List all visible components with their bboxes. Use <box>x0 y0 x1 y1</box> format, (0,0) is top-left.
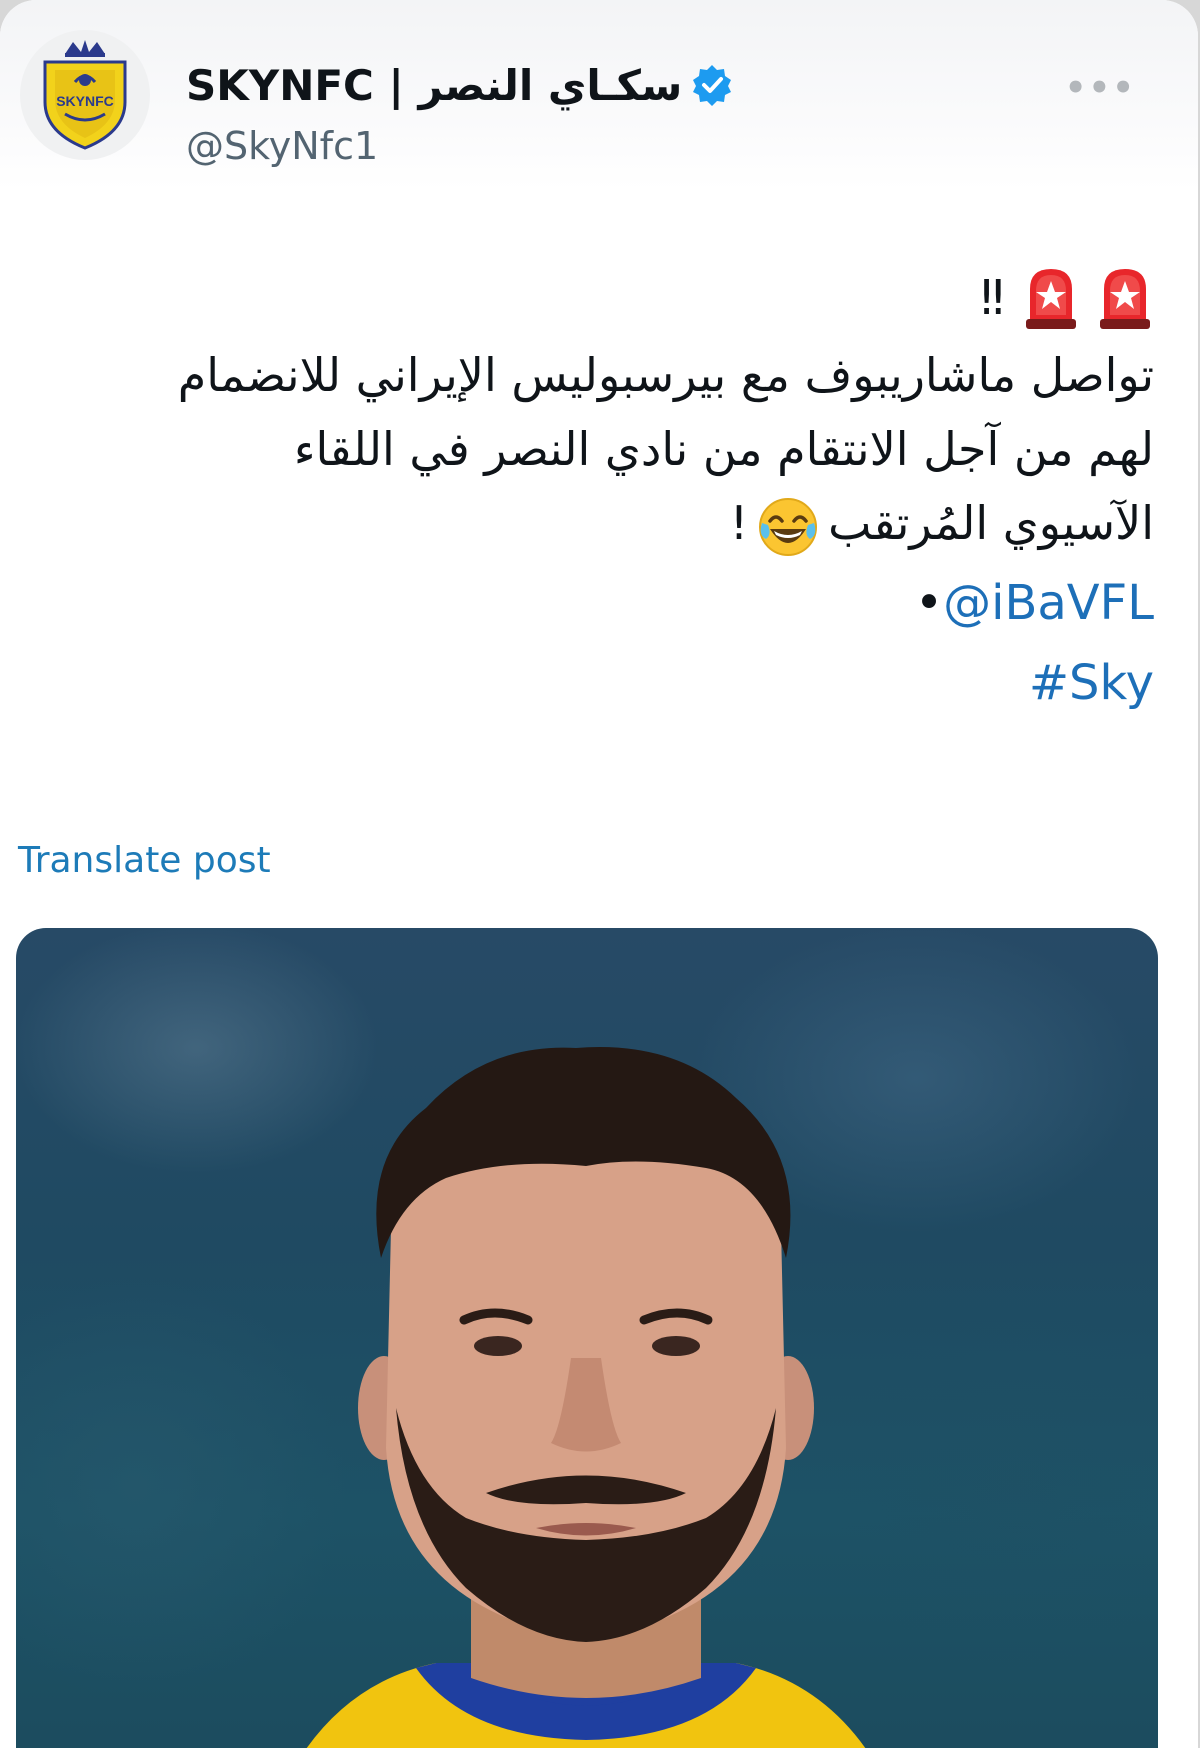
crest-text: SKYNFC <box>56 93 114 109</box>
mention-bullet: • <box>914 575 944 631</box>
tweet-media-photo[interactable] <box>16 928 1158 1748</box>
body-line-3: الآسيوي المُرتقب ! <box>44 486 1154 560</box>
avatar[interactable]: SKYNFC <box>20 30 150 160</box>
player-photo <box>306 1047 866 1748</box>
translate-post-link[interactable]: Translate post <box>18 840 271 881</box>
tweet-card: SKYNFC SKYNFC | سكـاي النصر @SkyNfc1 ••• <box>0 0 1198 1748</box>
club-crest-logo: SKYNFC <box>43 40 127 150</box>
author-name-row[interactable]: SKYNFC | سكـاي النصر <box>186 55 734 115</box>
face-with-tears-of-joy-icon <box>756 495 820 559</box>
body-line-3-text: الآسيوي المُرتقب <box>828 496 1154 550</box>
body-line-1: تواصل ماشاريبوف مع بيرسبوليس الإيراني لل… <box>177 348 1154 402</box>
mention-row: •@iBaVFL <box>44 566 1154 640</box>
display-name[interactable]: SKYNFC | سكـاي النصر <box>186 61 682 110</box>
alert-row: ‼ <box>44 260 1154 336</box>
rotating-light-icon <box>1022 265 1080 331</box>
mention-link[interactable]: @iBaVFL <box>943 575 1154 631</box>
verified-badge-icon <box>690 63 734 107</box>
more-options-icon[interactable]: ••• <box>1065 68 1136 108</box>
author-handle[interactable]: @SkyNfc1 <box>186 124 378 168</box>
body-line-2: لهم من آجل الانتقام من نادي النصر في الل… <box>293 422 1154 476</box>
double-exclamation: ‼ <box>980 270 1004 326</box>
hashtag-link[interactable]: #Sky <box>44 646 1154 720</box>
exclamation-mark: ! <box>729 496 749 550</box>
tweet-text: ‼ تواصل ماشاريبوف مع بيرسبوليس الإيراني … <box>44 260 1154 720</box>
rotating-light-icon <box>1096 265 1154 331</box>
